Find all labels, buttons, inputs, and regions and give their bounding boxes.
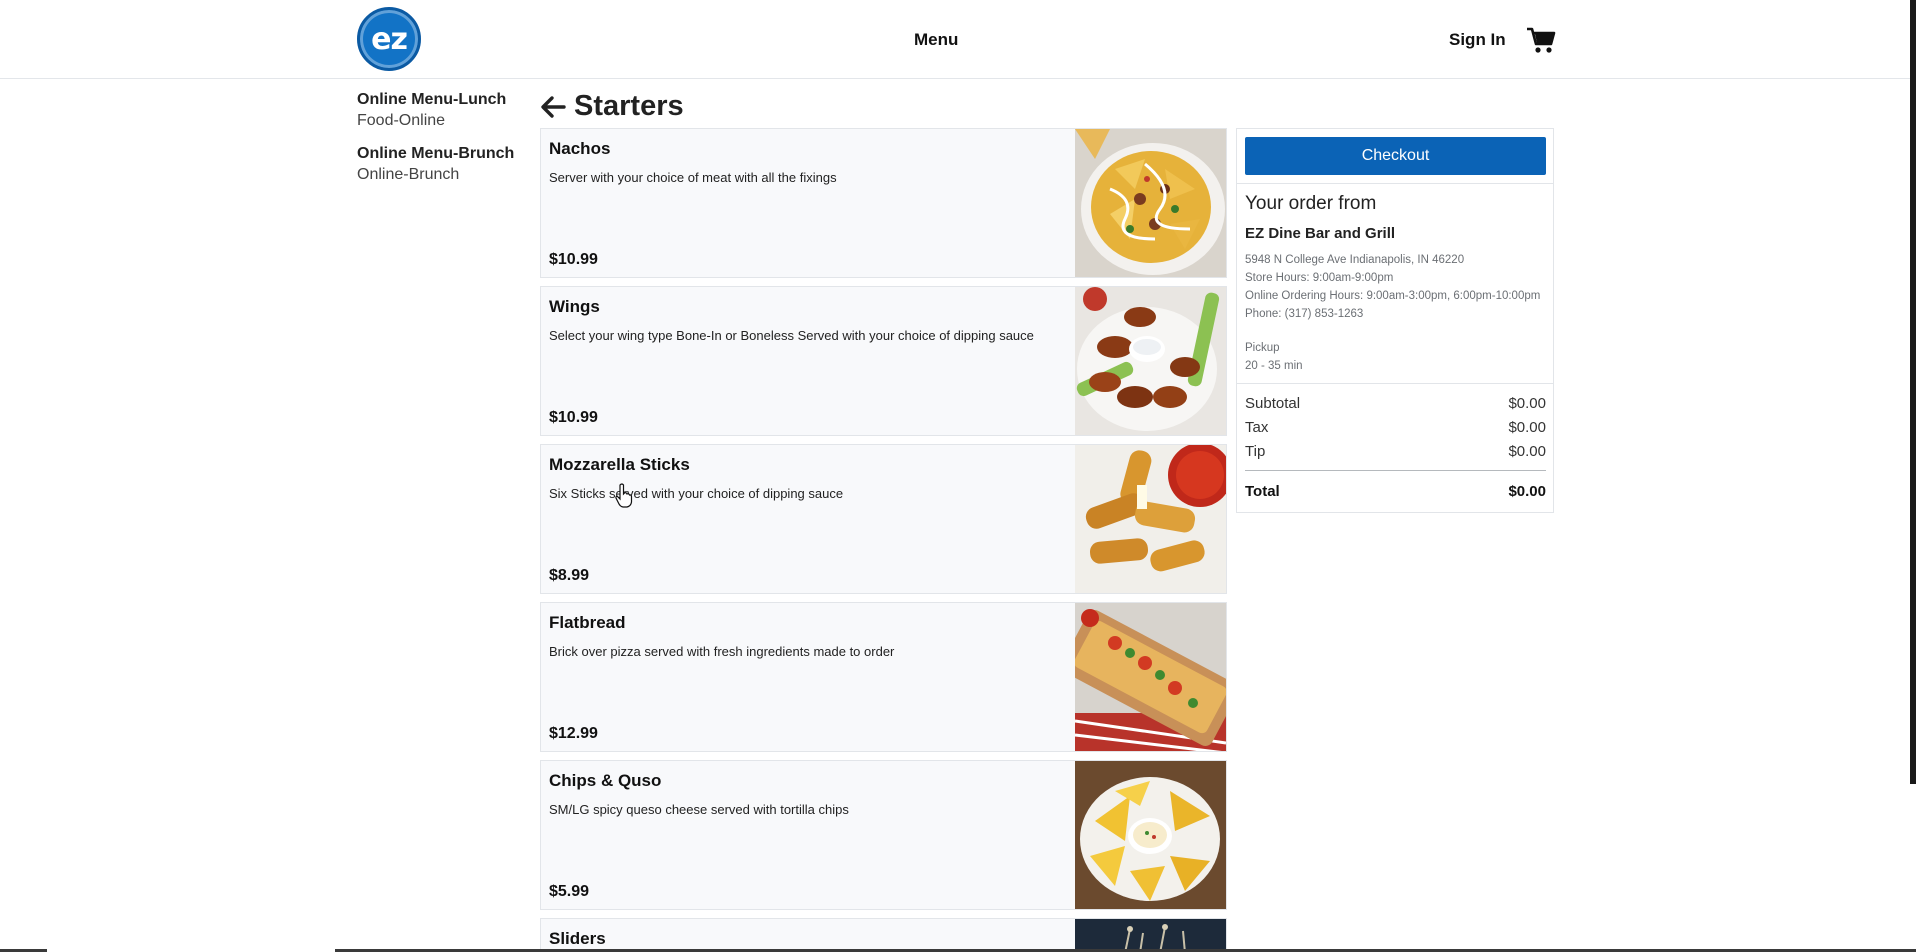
subtotal-row: Subtotal $0.00 (1245, 395, 1546, 412)
top-nav-bar: ez Menu Sign In (0, 0, 1916, 79)
tax-label: Tax (1245, 419, 1269, 436)
tax-value: $0.00 (1508, 419, 1546, 436)
menu-sidebar: Online Menu-Lunch Food-Online Online Men… (357, 90, 527, 198)
subtotal-label: Subtotal (1245, 395, 1301, 412)
sidebar-group-title[interactable]: Online Menu-Lunch (357, 90, 527, 110)
logo-text: ez (371, 21, 408, 57)
item-description: SM/LG spicy queso cheese served with tor… (549, 802, 849, 817)
total-divider (1245, 470, 1546, 471)
arrow-left-icon[interactable] (540, 94, 566, 120)
sliders-photo (1075, 919, 1226, 952)
nav-menu-link[interactable]: Menu (914, 30, 958, 50)
page-scrollbar[interactable] (1910, 0, 1916, 784)
sidebar-group-lunch[interactable]: Online Menu-Lunch Food-Online (357, 90, 527, 132)
item-name: Flatbread (549, 613, 626, 632)
subtotal-value: $0.00 (1508, 395, 1546, 412)
menu-item-card-mozzarella-sticks[interactable]: Mozzarella Sticks Six Sticks served with… (540, 444, 1227, 594)
item-price: $12.99 (549, 725, 598, 742)
divider (1237, 183, 1553, 184)
order-summary-panel: Checkout Your order from EZ Dine Bar and… (1236, 128, 1554, 513)
menu-item-card-flatbread[interactable]: Flatbread Brick over pizza served with f… (540, 602, 1227, 752)
total-value: $0.00 (1508, 483, 1546, 500)
menu-item-card-chips-quso[interactable]: Chips & Quso SM/LG spicy queso cheese se… (540, 760, 1227, 910)
section-header: Starters (540, 90, 684, 123)
hand-cursor-icon (615, 483, 633, 508)
mozzarella-sticks-photo (1075, 445, 1226, 593)
item-name: Wings (549, 297, 600, 316)
item-price: $10.99 (549, 251, 598, 268)
item-name: Chips & Quso (549, 771, 662, 790)
restaurant-name: EZ Dine Bar and Grill (1245, 225, 1396, 242)
order-heading: Your order from (1245, 193, 1377, 214)
item-name: Nachos (549, 139, 611, 158)
item-price: $8.99 (549, 567, 590, 584)
store-hours: Store Hours: 9:00am-9:00pm (1245, 272, 1394, 284)
item-description: Six Sticks served with your choice of di… (549, 486, 844, 501)
pickup-eta: 20 - 35 min (1245, 360, 1303, 372)
item-name: Sliders (549, 929, 606, 948)
sidebar-item-online-brunch[interactable]: Online-Brunch (357, 164, 527, 186)
sidebar-group-brunch[interactable]: Online Menu-Brunch Online-Brunch (357, 144, 527, 186)
nachos-photo (1075, 129, 1226, 277)
sidebar-item-food-online[interactable]: Food-Online (357, 110, 527, 132)
wings-photo (1075, 287, 1226, 435)
menu-item-card-wings[interactable]: Wings Select your wing type Bone-In or B… (540, 286, 1227, 436)
online-ordering-hours: Online Ordering Hours: 9:00am-3:00pm, 6:… (1245, 290, 1541, 302)
checkout-button[interactable]: Checkout (1245, 137, 1546, 175)
cart-icon[interactable] (1526, 25, 1556, 55)
tip-value: $0.00 (1508, 443, 1546, 460)
tip-row: Tip $0.00 (1245, 443, 1546, 460)
restaurant-address: 5948 N College Ave Indianapolis, IN 4622… (1245, 254, 1465, 266)
total-label: Total (1245, 483, 1280, 500)
page-title: Starters (574, 90, 684, 122)
item-description: Server with your choice of meat with all… (549, 170, 837, 185)
restaurant-phone: Phone: (317) 853-1263 (1245, 308, 1364, 320)
total-row: Total $0.00 (1245, 483, 1546, 500)
divider (1237, 383, 1553, 384)
item-description: Select your wing type Bone-In or Boneles… (549, 328, 1034, 343)
ez-logo[interactable]: ez (357, 7, 421, 71)
flatbread-photo (1075, 603, 1226, 751)
fulfillment-method: Pickup (1245, 342, 1280, 354)
tip-label: Tip (1245, 443, 1266, 460)
item-description: Brick over pizza served with fresh ingre… (549, 644, 895, 659)
sign-in-link[interactable]: Sign In (1449, 30, 1506, 50)
item-price: $5.99 (549, 883, 590, 900)
item-price: $10.99 (549, 409, 598, 426)
item-name: Mozzarella Sticks (549, 455, 690, 474)
menu-item-card-nachos[interactable]: Nachos Server with your choice of meat w… (540, 128, 1227, 278)
menu-item-card-sliders[interactable]: Sliders (540, 918, 1227, 952)
sidebar-group-title[interactable]: Online Menu-Brunch (357, 144, 527, 164)
chips-queso-photo (1075, 761, 1226, 909)
tax-row: Tax $0.00 (1245, 419, 1546, 436)
menu-item-list: Nachos Server with your choice of meat w… (540, 128, 1227, 952)
